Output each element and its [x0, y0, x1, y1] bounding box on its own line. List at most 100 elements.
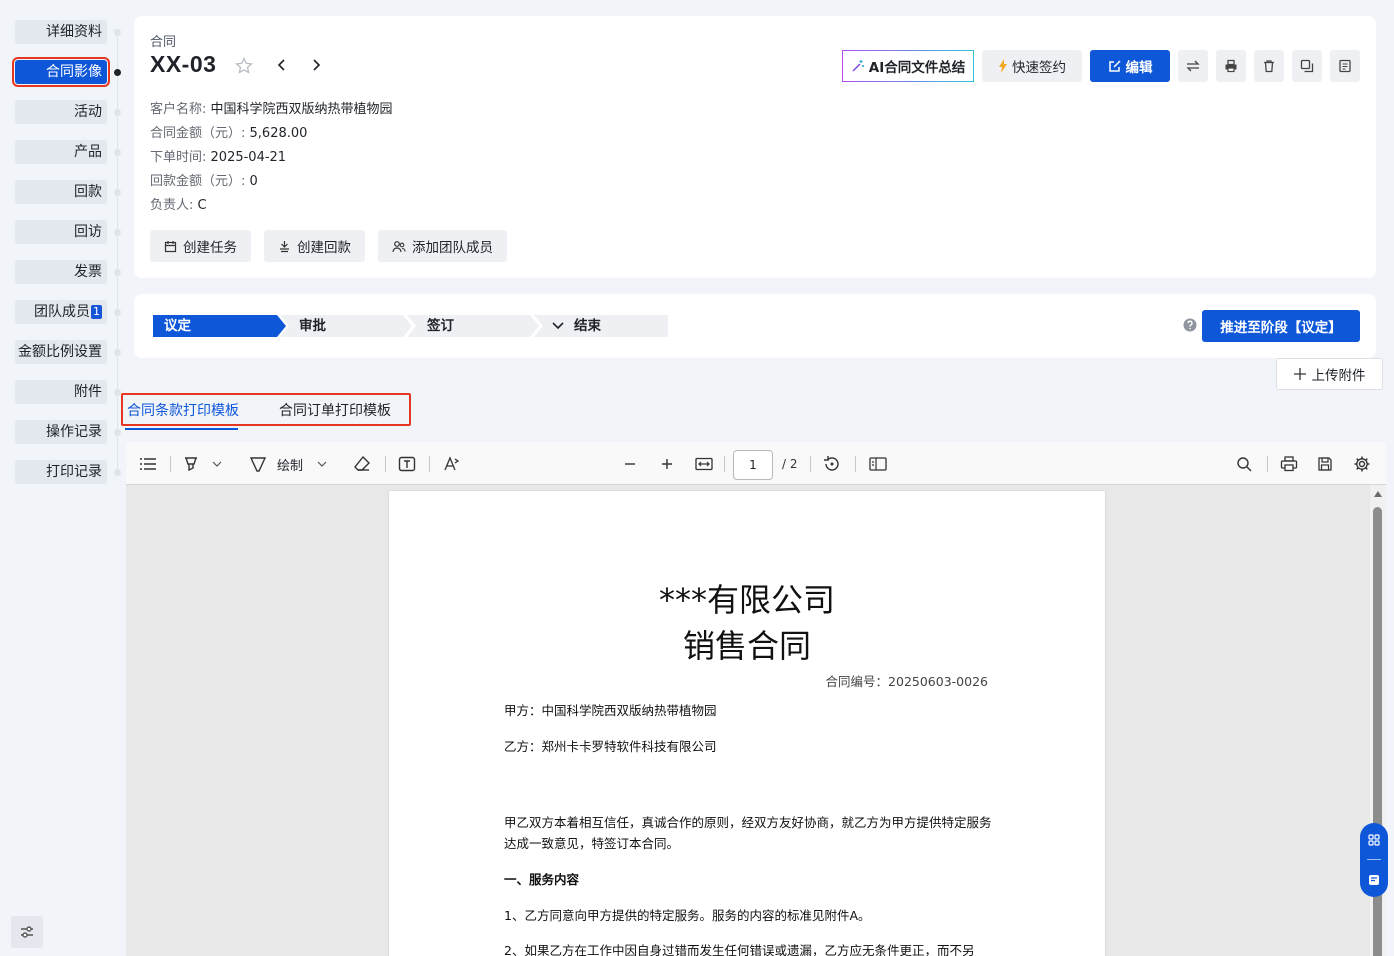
- nav-item-revisits[interactable]: 回访: [15, 220, 107, 244]
- print-button[interactable]: [1216, 50, 1246, 82]
- trash-icon: [1264, 60, 1274, 73]
- nav-label: 回款: [74, 184, 102, 200]
- sliders-icon: [21, 926, 33, 938]
- transfer-button[interactable]: [1178, 50, 1208, 82]
- field-value: C: [197, 198, 207, 213]
- minus-icon: [625, 463, 635, 465]
- ai-summary-button[interactable]: AI合同文件总结: [842, 50, 974, 82]
- zoom-out-button[interactable]: [623, 454, 637, 474]
- page-number-input[interactable]: 1: [733, 450, 773, 480]
- apps-icon[interactable]: [1368, 834, 1380, 846]
- edit-button[interactable]: 编辑: [1090, 50, 1170, 82]
- upload-attachment-button[interactable]: 上传附件: [1276, 358, 1383, 390]
- chevron-down-icon: [212, 461, 222, 467]
- party-a: 甲方：中国科学院西双版纳热带植物园: [504, 703, 717, 718]
- nav-label: 活动: [74, 104, 102, 120]
- nav-label: 产品: [74, 144, 102, 160]
- pdf-settings-button[interactable]: [1353, 454, 1371, 474]
- field-paid-amount: 回款金额（元）: 0: [150, 170, 258, 189]
- floating-assistant-widget[interactable]: [1360, 823, 1388, 897]
- rotate-icon: [824, 456, 839, 471]
- add-member-label: 添加团队成员: [412, 240, 493, 256]
- nav-item-attachments[interactable]: 附件: [15, 380, 107, 404]
- copy-button[interactable]: [1292, 50, 1322, 82]
- highlighter-icon: [185, 457, 197, 472]
- list-icon: [140, 458, 156, 470]
- chevron-down-icon: [317, 461, 327, 467]
- nav-dot-active: [114, 69, 121, 76]
- users-icon: [392, 240, 406, 252]
- more-document-button[interactable]: [1330, 50, 1360, 82]
- scroll-up-arrow[interactable]: [1374, 491, 1382, 497]
- save-button[interactable]: [1317, 454, 1333, 474]
- nav-item-invoices[interactable]: 发票: [15, 260, 107, 284]
- nav-item-details[interactable]: 详细资料: [15, 20, 107, 44]
- contract-header-card: 合同 XX-03 AI合同文件总结 快速签约 编辑 客户名称: 中国科学院西双版…: [134, 16, 1376, 278]
- gear-icon: [1354, 456, 1370, 472]
- nav-item-payments[interactable]: 回款: [15, 180, 107, 204]
- count-badge: 1: [91, 305, 102, 319]
- stage-step-end[interactable]: 结束: [534, 315, 668, 337]
- zoom-in-button[interactable]: [660, 454, 674, 474]
- stage-label: 结束: [574, 318, 601, 334]
- chevron-left-icon[interactable]: [274, 57, 290, 73]
- toolbar-separator: [810, 456, 811, 472]
- draw-label: 绘制: [277, 458, 304, 474]
- nav-label: 详细资料: [46, 24, 102, 40]
- rotate-button[interactable]: [823, 454, 841, 474]
- delete-button[interactable]: [1254, 50, 1284, 82]
- text-box-icon: [398, 456, 416, 472]
- stage-step[interactable]: 签订: [407, 315, 539, 337]
- nav-item-operation-log[interactable]: 操作记录: [15, 420, 107, 444]
- text-box-tool-button[interactable]: [398, 454, 416, 474]
- quick-sign-button[interactable]: 快速签约: [982, 50, 1082, 82]
- highlight-tool-button[interactable]: [182, 454, 222, 474]
- breadcrumb[interactable]: 合同: [150, 31, 176, 50]
- nav-timeline: [117, 30, 118, 476]
- nav-item-products[interactable]: 产品: [15, 140, 107, 164]
- tab-contract-order-template[interactable]: 合同订单打印模板: [279, 400, 391, 420]
- field-value: 中国科学院西双版纳热带植物园: [210, 102, 393, 117]
- filter-settings-button[interactable]: [11, 916, 43, 948]
- nav-dot: [114, 149, 121, 156]
- printer-icon: [1225, 59, 1237, 73]
- nav-dot: [114, 349, 121, 356]
- field-amount: 合同金额（元）: 5,628.00: [150, 122, 307, 141]
- advance-stage-button[interactable]: 推进至阶段【议定】: [1202, 310, 1360, 342]
- chevron-right-icon[interactable]: [308, 57, 324, 73]
- toolbar-separator: [724, 456, 725, 472]
- nav-item-team-members[interactable]: 团队成员 1: [15, 300, 107, 324]
- pdf-print-button[interactable]: [1280, 454, 1298, 474]
- nav-item-print-log[interactable]: 打印记录: [15, 460, 107, 484]
- clause-1: 1、乙方同意向甲方提供的特定服务。服务的内容的标准见附件A。: [504, 908, 871, 923]
- star-icon[interactable]: [234, 56, 254, 76]
- nav-item-amount-ratio[interactable]: 金额比例设置: [15, 340, 107, 364]
- nav-item-contract-images[interactable]: 合同影像: [12, 57, 110, 87]
- nav-dot: [114, 469, 121, 476]
- create-payment-button[interactable]: 创建回款: [264, 230, 365, 262]
- stage-step-current[interactable]: 议定: [153, 315, 286, 337]
- toolbar-separator: [429, 456, 430, 472]
- outline-toggle-button[interactable]: [139, 454, 157, 474]
- text-tool-button[interactable]: [443, 454, 461, 474]
- stage-step[interactable]: 审批: [280, 315, 412, 337]
- field-value: 2025-04-21: [210, 150, 287, 165]
- help-icon[interactable]: [1183, 318, 1197, 332]
- page-layout-button[interactable]: [869, 454, 887, 474]
- nav-dot: [114, 109, 121, 116]
- note-icon[interactable]: [1368, 874, 1380, 886]
- payment-icon: [280, 240, 289, 252]
- add-team-member-button[interactable]: 添加团队成员: [378, 230, 507, 262]
- document-icon: [1339, 59, 1351, 73]
- tab-contract-terms-template[interactable]: 合同条款打印模板: [127, 400, 239, 420]
- toolbar-separator: [170, 456, 171, 472]
- draw-tool-button[interactable]: 绘制: [249, 454, 327, 474]
- nav-item-activity[interactable]: 活动: [15, 100, 107, 124]
- create-task-button[interactable]: 创建任务: [150, 230, 251, 262]
- search-button[interactable]: [1236, 454, 1252, 474]
- lightning-icon: [999, 59, 1007, 73]
- eraser-tool-button[interactable]: [353, 454, 371, 474]
- nav-dot: [114, 29, 121, 36]
- nav-label: 附件: [74, 384, 102, 400]
- fit-width-button[interactable]: [695, 454, 713, 474]
